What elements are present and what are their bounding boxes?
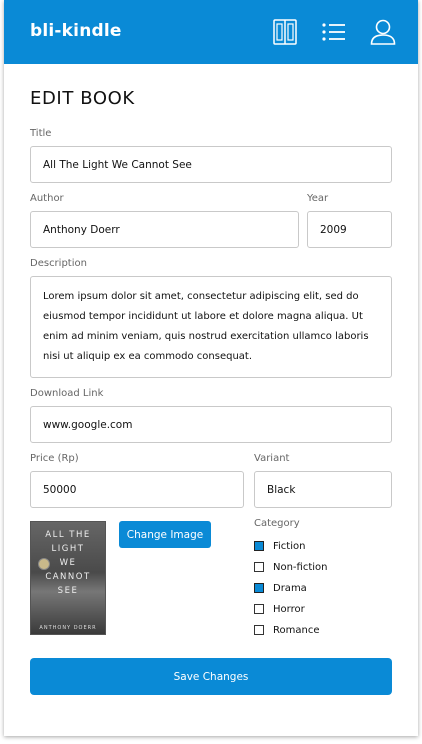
category-drama[interactable]: Drama bbox=[254, 581, 307, 595]
category-label: Category bbox=[254, 518, 300, 529]
cover-title-line: ALL THE bbox=[45, 530, 91, 540]
title-label: Title bbox=[30, 128, 52, 139]
variant-label: Variant bbox=[254, 453, 290, 464]
award-seal-icon bbox=[38, 558, 50, 570]
checkbox-unchecked[interactable] bbox=[254, 625, 264, 635]
price-label: Price (Rp) bbox=[30, 453, 79, 464]
cover-title-line: CANNOT bbox=[45, 572, 91, 582]
brand-logo[interactable]: bli-kindle bbox=[30, 21, 122, 41]
checkbox-unchecked[interactable] bbox=[254, 604, 264, 614]
list-icon[interactable] bbox=[320, 18, 348, 46]
price-input[interactable]: 50000 bbox=[30, 471, 244, 508]
app-frame: bli-kindle EDIT BOOK Title All The Light… bbox=[4, 0, 418, 736]
description-textarea[interactable]: Lorem ipsum dolor sit amet, consectetur … bbox=[30, 276, 392, 378]
variant-input[interactable]: Black bbox=[254, 471, 392, 508]
category-horror[interactable]: Horror bbox=[254, 602, 305, 616]
category-fiction[interactable]: Fiction bbox=[254, 539, 305, 553]
book-icon[interactable] bbox=[271, 18, 299, 46]
author-input[interactable]: Anthony Doerr bbox=[30, 211, 299, 248]
category-romance[interactable]: Romance bbox=[254, 623, 319, 637]
cover-title-line: SEE bbox=[57, 586, 79, 596]
change-image-button[interactable]: Change Image bbox=[119, 521, 211, 548]
year-label: Year bbox=[307, 193, 329, 204]
save-changes-button[interactable]: Save Changes bbox=[30, 658, 392, 695]
page-title: EDIT BOOK bbox=[30, 88, 135, 109]
download-link-label: Download Link bbox=[30, 388, 104, 399]
download-link-input[interactable]: www.google.com bbox=[30, 406, 392, 443]
app-header: bli-kindle bbox=[4, 0, 418, 64]
cover-title-line: LIGHT bbox=[51, 544, 85, 554]
category-option-label: Non-fiction bbox=[273, 561, 328, 573]
user-icon[interactable] bbox=[369, 18, 397, 46]
checkbox-checked[interactable] bbox=[254, 541, 264, 551]
category-option-label: Fiction bbox=[273, 540, 306, 552]
category-option-label: Horror bbox=[273, 603, 305, 615]
author-label: Author bbox=[30, 193, 64, 204]
description-label: Description bbox=[30, 258, 87, 269]
year-input[interactable]: 2009 bbox=[307, 211, 392, 248]
book-cover-image: ALL THE LIGHT WE CANNOT SEE ANTHONY DOER… bbox=[30, 521, 106, 635]
checkbox-unchecked[interactable] bbox=[254, 562, 264, 572]
category-non-fiction[interactable]: Non-fiction bbox=[254, 560, 328, 574]
cover-author: ANTHONY DOERR bbox=[39, 625, 97, 631]
checkbox-checked[interactable] bbox=[254, 583, 264, 593]
category-option-label: Romance bbox=[273, 624, 320, 636]
title-input[interactable]: All The Light We Cannot See bbox=[30, 146, 392, 183]
category-option-label: Drama bbox=[273, 582, 307, 594]
